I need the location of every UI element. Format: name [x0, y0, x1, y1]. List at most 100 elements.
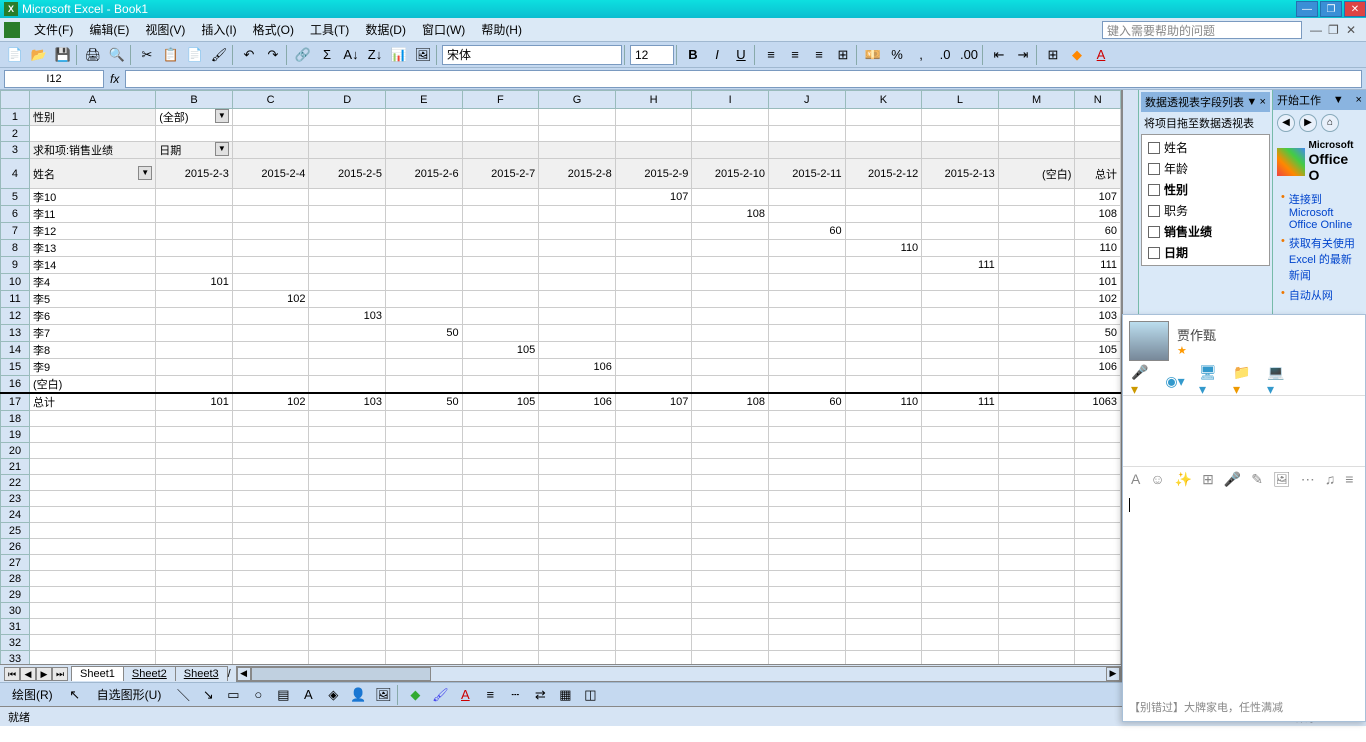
task-home-button[interactable]: ⌂	[1321, 114, 1339, 132]
tab-nav-first[interactable]: ⏮	[4, 667, 20, 681]
borders-button[interactable]: ⊞	[1042, 44, 1064, 66]
chat-image-icon[interactable]: 🖼	[1273, 471, 1291, 488]
line-color-icon[interactable]: 🖌	[429, 684, 451, 706]
menu-help[interactable]: 帮助(H)	[473, 19, 530, 40]
task-panel-close[interactable]: ×	[1356, 94, 1362, 106]
cut-button[interactable]: ✂	[136, 44, 158, 66]
menu-data[interactable]: 数据(D)	[357, 19, 414, 40]
pivot-field-date[interactable]: 日期	[1144, 242, 1267, 263]
arrow-style-icon[interactable]: ⇄	[529, 684, 551, 706]
oval-icon[interactable]: ○	[247, 684, 269, 706]
redo-button[interactable]: ↷	[262, 44, 284, 66]
fill-color-button[interactable]: ◆	[1066, 44, 1088, 66]
menu-edit[interactable]: 编辑(E)	[81, 19, 137, 40]
chat-music-icon[interactable]: ♫	[1325, 471, 1336, 488]
picture-icon[interactable]: 🖼	[372, 684, 394, 706]
chat-video-icon[interactable]: ◉▾	[1165, 371, 1185, 391]
pivot-field-name[interactable]: 姓名	[1144, 137, 1267, 158]
increase-decimal-button[interactable]: .0	[934, 44, 956, 66]
pivot-field-position[interactable]: 职务	[1144, 200, 1267, 221]
scroll-left-arrow[interactable]: ◀	[237, 667, 251, 681]
fill-color-icon[interactable]: ◆	[404, 684, 426, 706]
spreadsheet-grid[interactable]: ABCDEFGHIJKLMN1性别(全部)▼23求和项:销售业绩日期▼4姓名▼2…	[0, 90, 1121, 664]
dash-style-icon[interactable]: ┄	[504, 684, 526, 706]
line-style-icon[interactable]: ≡	[479, 684, 501, 706]
font-color-icon[interactable]: A	[454, 684, 476, 706]
menu-format[interactable]: 格式(O)	[245, 19, 302, 40]
task-link-connect[interactable]: 连接到 Microsoft Office Online	[1281, 189, 1358, 233]
chat-more-icon[interactable]: ⋯	[1301, 471, 1315, 488]
save-button[interactable]: 💾	[52, 44, 74, 66]
tab-nav-next[interactable]: ▶	[36, 667, 52, 681]
pivot-field-sales[interactable]: 销售业绩	[1144, 221, 1267, 242]
autoshape-menu[interactable]: 自选图形(U)	[89, 684, 170, 705]
horizontal-scrollbar[interactable]: ◀ ▶	[236, 666, 1121, 682]
font-size-select[interactable]: 12	[630, 45, 674, 65]
paste-button[interactable]: 📄	[184, 44, 206, 66]
sheet-tab-2[interactable]: Sheet2	[123, 666, 176, 681]
chat-remote-icon[interactable]: 💻▾	[1267, 371, 1287, 391]
menu-tools[interactable]: 工具(T)	[302, 19, 357, 40]
comma-button[interactable]: ,	[910, 44, 932, 66]
percent-button[interactable]: %	[886, 44, 908, 66]
merge-button[interactable]: ⊞	[832, 44, 854, 66]
textbox-icon[interactable]: ▤	[272, 684, 294, 706]
wordart-icon[interactable]: A	[297, 684, 319, 706]
chat-history-icon[interactable]: ≡	[1345, 471, 1353, 488]
scroll-thumb[interactable]	[251, 667, 431, 681]
chat-avatar[interactable]	[1129, 321, 1169, 361]
chat-screen-icon[interactable]: 🖥▾	[1199, 371, 1219, 391]
doc-restore-button[interactable]: ❐	[1328, 23, 1344, 37]
select-icon[interactable]: ↖	[64, 684, 86, 706]
col-dropdown[interactable]: ▼	[215, 142, 229, 156]
sheet-tab-1[interactable]: Sheet1	[71, 666, 124, 681]
menu-window[interactable]: 窗口(W)	[414, 19, 473, 40]
sort-asc-button[interactable]: A↓	[340, 44, 362, 66]
undo-button[interactable]: ↶	[238, 44, 260, 66]
chat-effect-icon[interactable]: ✨	[1175, 471, 1192, 488]
pivot-field-gender[interactable]: 性别	[1144, 179, 1267, 200]
currency-button[interactable]: 💴	[862, 44, 884, 66]
autosum-button[interactable]: Σ	[316, 44, 338, 66]
decrease-indent-button[interactable]: ⇤	[988, 44, 1010, 66]
chat-emoji-icon[interactable]: ☺	[1150, 471, 1164, 488]
decrease-decimal-button[interactable]: .00	[958, 44, 980, 66]
copy-button[interactable]: 📋	[160, 44, 182, 66]
drawing-button[interactable]: 🖼	[412, 44, 434, 66]
pivot-field-age[interactable]: 年龄	[1144, 158, 1267, 179]
arrow-icon[interactable]: ↘	[197, 684, 219, 706]
chart-button[interactable]: 📊	[388, 44, 410, 66]
shadow-icon[interactable]: ▦	[554, 684, 576, 706]
clipart-icon[interactable]: 👤	[347, 684, 369, 706]
3d-icon[interactable]: ◫	[579, 684, 601, 706]
chat-promo-text[interactable]: 【别错过】大牌家电，任性满减	[1123, 693, 1289, 721]
sheet-tab-3[interactable]: Sheet3	[175, 666, 228, 681]
chat-gif-icon[interactable]: ⊞	[1202, 471, 1214, 488]
tab-nav-prev[interactable]: ◀	[20, 667, 36, 681]
font-name-select[interactable]: 宋体	[442, 45, 622, 65]
scroll-right-arrow[interactable]: ▶	[1106, 667, 1120, 681]
underline-button[interactable]: U	[730, 44, 752, 66]
preview-button[interactable]: 🔍	[106, 44, 128, 66]
chat-text-input[interactable]	[1123, 492, 1365, 692]
rectangle-icon[interactable]: ▭	[222, 684, 244, 706]
chat-font-icon[interactable]: A	[1131, 471, 1140, 488]
bold-button[interactable]: B	[682, 44, 704, 66]
chat-mic-icon[interactable]: 🎤	[1224, 471, 1241, 488]
menu-view[interactable]: 视图(V)	[137, 19, 193, 40]
chat-edit-icon[interactable]: ✎	[1251, 471, 1263, 488]
align-center-button[interactable]: ≡	[784, 44, 806, 66]
diagram-icon[interactable]: ◈	[322, 684, 344, 706]
task-link-news[interactable]: 获取有关使用 Excel 的最新新闻	[1281, 233, 1358, 285]
new-button[interactable]: 📄	[4, 44, 26, 66]
fx-icon[interactable]: fx	[110, 72, 119, 86]
formula-bar[interactable]	[125, 70, 1362, 88]
hyperlink-button[interactable]: 🔗	[292, 44, 314, 66]
print-button[interactable]: 🖨	[82, 44, 104, 66]
close-button[interactable]: ✕	[1344, 1, 1366, 17]
doc-close-button[interactable]: ✕	[1346, 23, 1362, 37]
menu-insert[interactable]: 插入(I)	[193, 19, 244, 40]
chat-voice-icon[interactable]: 🎤▾	[1131, 371, 1151, 391]
help-search-input[interactable]: 键入需要帮助的问题	[1102, 21, 1302, 39]
tab-nav-last[interactable]: ⏭	[52, 667, 68, 681]
